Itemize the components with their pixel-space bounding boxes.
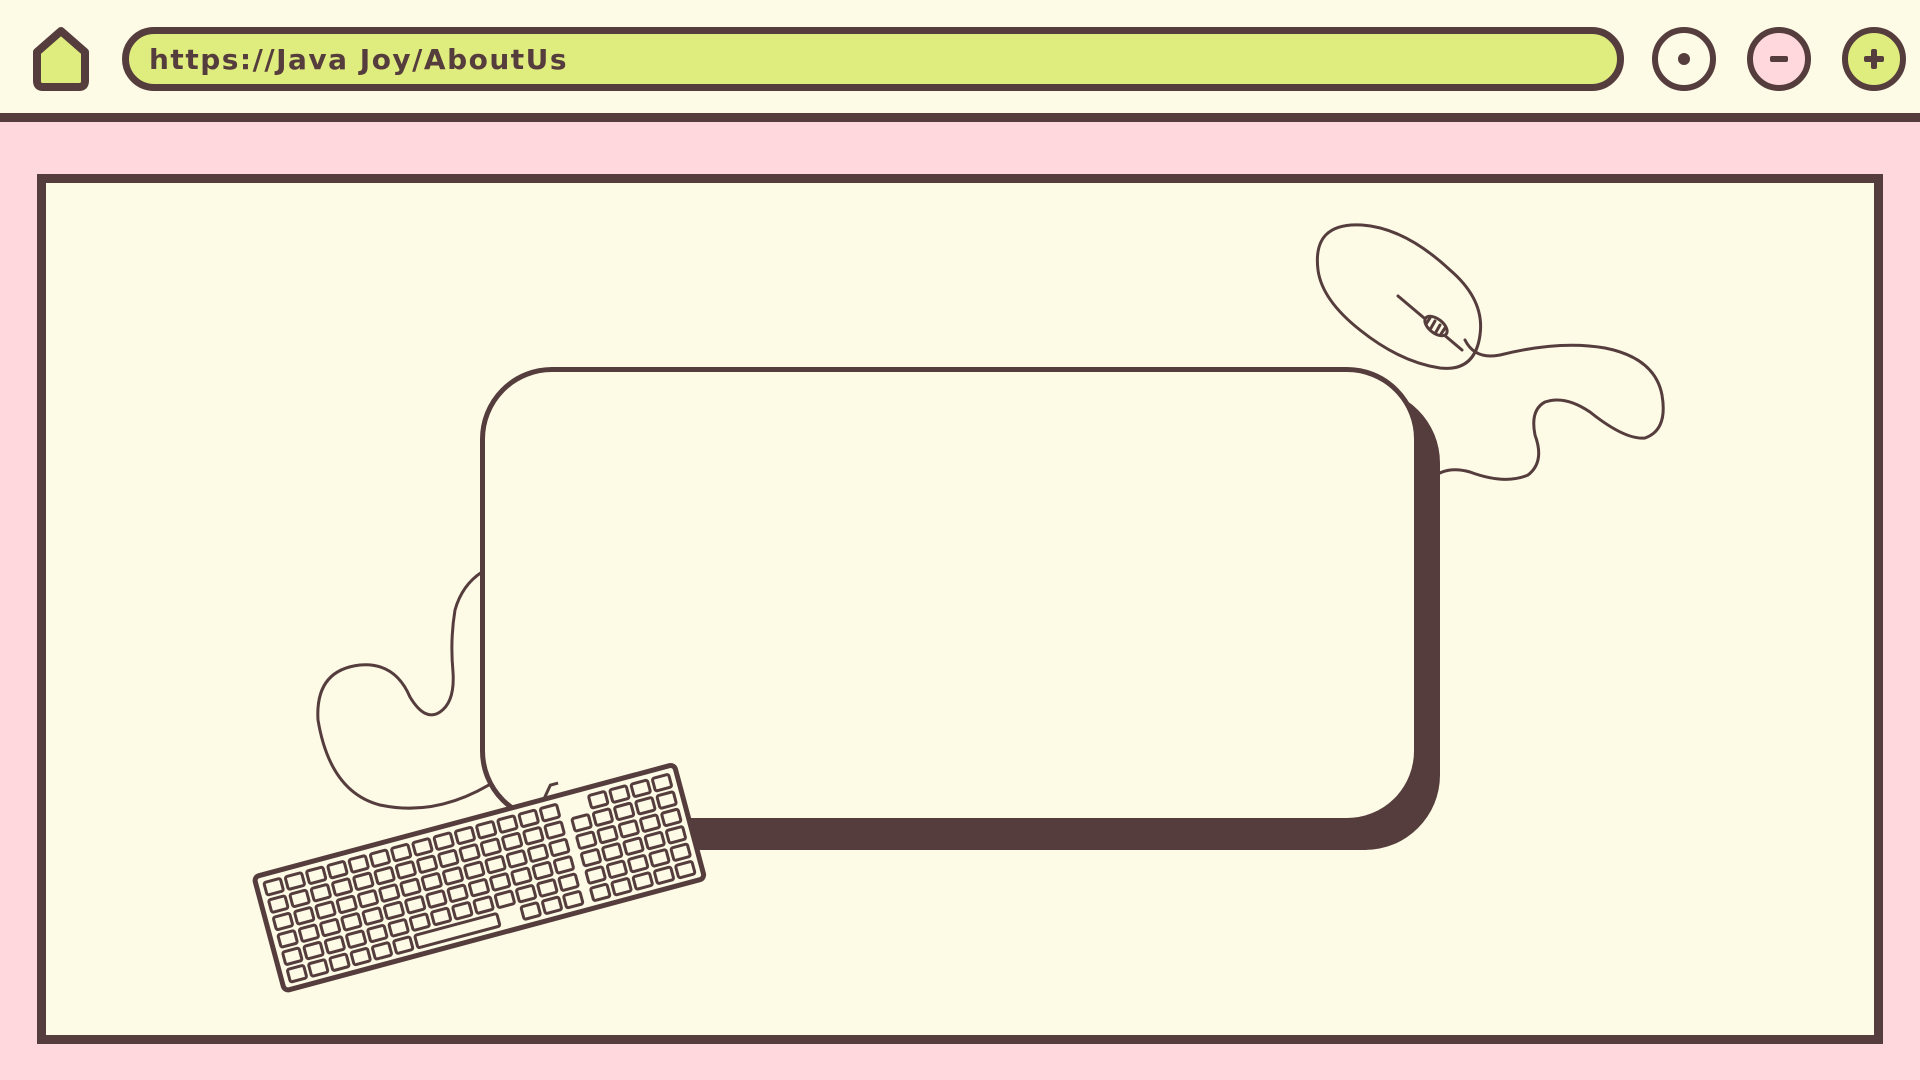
plus-icon <box>1864 49 1884 69</box>
content-card <box>480 367 1419 823</box>
address-url: https://Java Joy/AboutUs <box>149 42 569 76</box>
maximize-button[interactable] <box>1842 27 1906 91</box>
dot-button[interactable] <box>1652 27 1716 91</box>
browser-toolbar: https://Java Joy/AboutUs <box>0 0 1920 122</box>
minimize-button[interactable] <box>1747 27 1811 91</box>
home-icon[interactable] <box>28 24 94 94</box>
dot-icon <box>1678 53 1690 65</box>
minus-icon <box>1770 56 1788 62</box>
address-bar[interactable]: https://Java Joy/AboutUs <box>122 27 1624 91</box>
